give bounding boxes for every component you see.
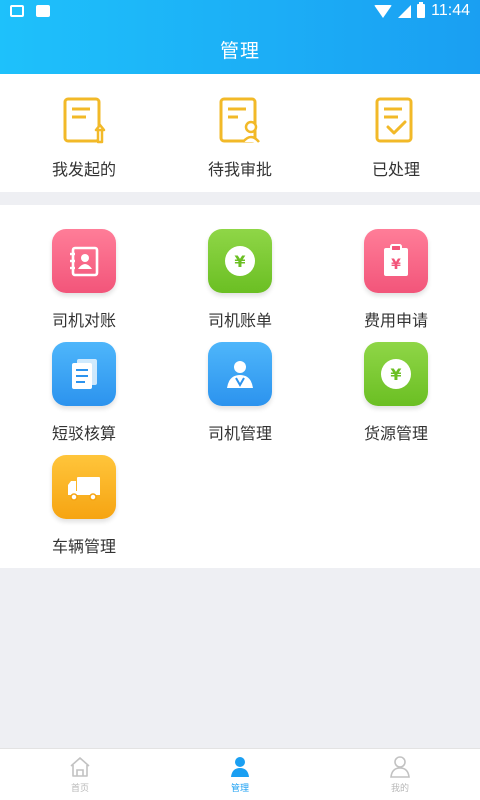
bottom-tab-bar: 首页 管理 我的 <box>0 748 480 800</box>
module-label: 司机管理 <box>207 426 272 443</box>
document-user-icon <box>218 96 262 146</box>
manage-icon <box>231 757 249 777</box>
approval-processed[interactable]: 已处理 <box>316 96 476 180</box>
module-expense-request[interactable]: ¥ 费用申请 <box>316 229 476 331</box>
document-check-icon <box>374 96 418 146</box>
document-upload-icon <box>62 96 106 146</box>
module-driver-bill[interactable]: ¥ 司机账单 <box>160 229 320 331</box>
signal-icon <box>398 4 412 18</box>
module-label: 短驳核算 <box>51 426 116 443</box>
module-label: 费用申请 <box>363 313 428 330</box>
contact-book-icon <box>52 229 116 293</box>
documents-stack-icon <box>52 342 116 406</box>
yen-coin-icon: ¥ <box>208 229 272 293</box>
page-title: 管理 <box>219 41 260 62</box>
tab-manage[interactable]: 管理 <box>210 755 270 794</box>
svg-text:¥: ¥ <box>234 252 245 271</box>
module-label: 司机账单 <box>207 313 272 330</box>
tab-label: 我的 <box>390 783 409 793</box>
battery-icon <box>417 2 426 18</box>
module-grid: 司机对账 ¥ 司机账单 ¥ 费用申请 短驳核算 司机管理 ¥ 货源管理 车辆管理 <box>0 205 480 568</box>
app-header: 11:44 管理 <box>0 0 480 74</box>
tab-label: 首页 <box>70 783 89 793</box>
approval-initiated[interactable]: 我发起的 <box>4 96 164 180</box>
module-vehicle-management[interactable]: 车辆管理 <box>4 455 164 557</box>
yen-clipboard-icon: ¥ <box>364 229 428 293</box>
module-label: 货源管理 <box>363 426 428 443</box>
wifi-icon <box>374 4 393 18</box>
module-cargo-management[interactable]: ¥ 货源管理 <box>316 342 476 444</box>
driver-icon <box>208 342 272 406</box>
tab-label: 管理 <box>230 783 249 793</box>
profile-icon <box>390 756 410 778</box>
module-driver-reconciliation[interactable]: 司机对账 <box>4 229 164 331</box>
status-bar: 11:44 <box>0 0 480 24</box>
tab-home[interactable]: 首页 <box>50 755 110 794</box>
approval-label: 我发起的 <box>51 162 116 179</box>
module-label: 车辆管理 <box>51 539 116 556</box>
image-notification-icon <box>10 5 24 17</box>
svg-text:¥: ¥ <box>390 365 401 384</box>
approval-label: 待我审批 <box>207 162 272 179</box>
app-notification-icon <box>36 5 50 17</box>
approval-pending[interactable]: 待我审批 <box>160 96 320 180</box>
yen-coin-icon: ¥ <box>364 342 428 406</box>
truck-icon <box>52 455 116 519</box>
approval-panel: 我发起的 待我审批 已处理 <box>0 74 480 192</box>
tab-profile[interactable]: 我的 <box>370 755 430 794</box>
module-short-haul-accounting[interactable]: 短驳核算 <box>4 342 164 444</box>
home-icon <box>70 757 90 777</box>
module-label: 司机对账 <box>51 313 116 330</box>
svg-text:¥: ¥ <box>391 257 401 273</box>
status-time: 11:44 <box>431 2 470 19</box>
approval-label: 已处理 <box>371 162 420 179</box>
module-driver-management[interactable]: 司机管理 <box>160 342 320 444</box>
